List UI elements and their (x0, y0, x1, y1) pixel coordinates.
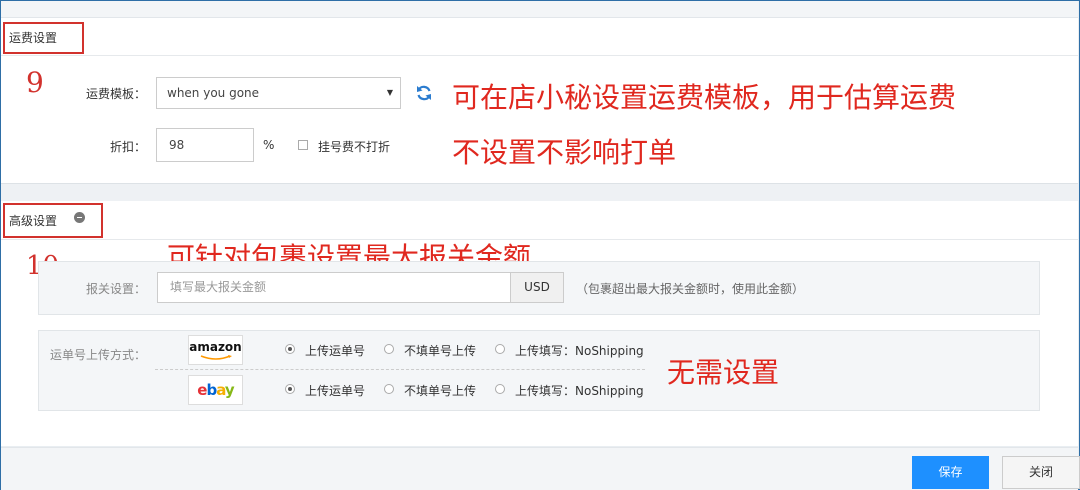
amazon-option-upload-tracking: 上传运单号 (305, 344, 366, 358)
ebay-upload-tracking-radio[interactable] (285, 384, 295, 394)
ebay-noshipping-radio[interactable] (495, 384, 505, 394)
amazon-smile-icon (200, 355, 232, 360)
ebay-option-noshipping: 上传填写：NoShipping (515, 384, 644, 398)
template-select[interactable]: when you gone ▼ (156, 77, 401, 109)
ebay-logo: ebay (188, 375, 243, 405)
ebay-no-tracking-radio[interactable] (384, 384, 394, 394)
ebay-option-no-tracking: 不填单号上传 (404, 384, 477, 398)
shipping-section-title: 运费设置 (9, 31, 58, 45)
no-discount-checkbox[interactable] (298, 140, 308, 150)
advanced-section-title: 高级设置 (9, 214, 58, 228)
amazon-upload-tracking-radio[interactable] (285, 344, 295, 354)
no-discount-label: 挂号费不打折 (318, 140, 391, 154)
amazon-logo: amazon (188, 335, 243, 365)
amazon-no-tracking-radio[interactable] (384, 344, 394, 354)
section-separator (1, 183, 1078, 202)
template-label: 运费模板： (85, 87, 146, 101)
refresh-icon[interactable] (414, 83, 434, 103)
row-divider (155, 369, 645, 370)
collapse-icon[interactable] (74, 212, 85, 223)
section-divider (1, 55, 1078, 56)
customs-amount-input[interactable]: 填写最大报关金额 (157, 272, 511, 303)
amazon-option-noshipping: 上传填写：NoShipping (515, 344, 644, 358)
discount-input[interactable]: 98 (156, 128, 254, 162)
ebay-option-upload-tracking: 上传运单号 (305, 384, 366, 398)
tracking-label: 运单号上传方式： (49, 348, 146, 362)
customs-label: 报关设置： (85, 282, 146, 296)
close-button[interactable]: 关闭 (1002, 456, 1080, 489)
section-divider (1, 239, 1078, 240)
annotation-template-usage: 可在店小秘设置运费模板，用于估算运费 (452, 81, 957, 114)
amazon-option-no-tracking: 不填单号上传 (404, 344, 477, 358)
customs-hint: （包裹超出最大报关金额时，使用此金额） (576, 282, 805, 296)
discount-label: 折扣： (109, 140, 146, 154)
chevron-down-icon: ▼ (386, 88, 393, 97)
top-strip (1, 1, 1078, 18)
currency-addon: USD (510, 272, 564, 303)
annotation-no-setup: 无需设置 (667, 356, 780, 389)
template-select-value: when you gone (167, 86, 260, 100)
percent-symbol: % (263, 138, 275, 152)
step-number-9: 9 (26, 66, 44, 99)
annotation-optional: 不设置不影响打单 (452, 136, 677, 169)
amazon-logo-text: amazon (189, 340, 242, 354)
ebay-logo-text: ebay (197, 381, 234, 399)
amazon-noshipping-radio[interactable] (495, 344, 505, 354)
save-button[interactable]: 保存 (912, 456, 989, 489)
